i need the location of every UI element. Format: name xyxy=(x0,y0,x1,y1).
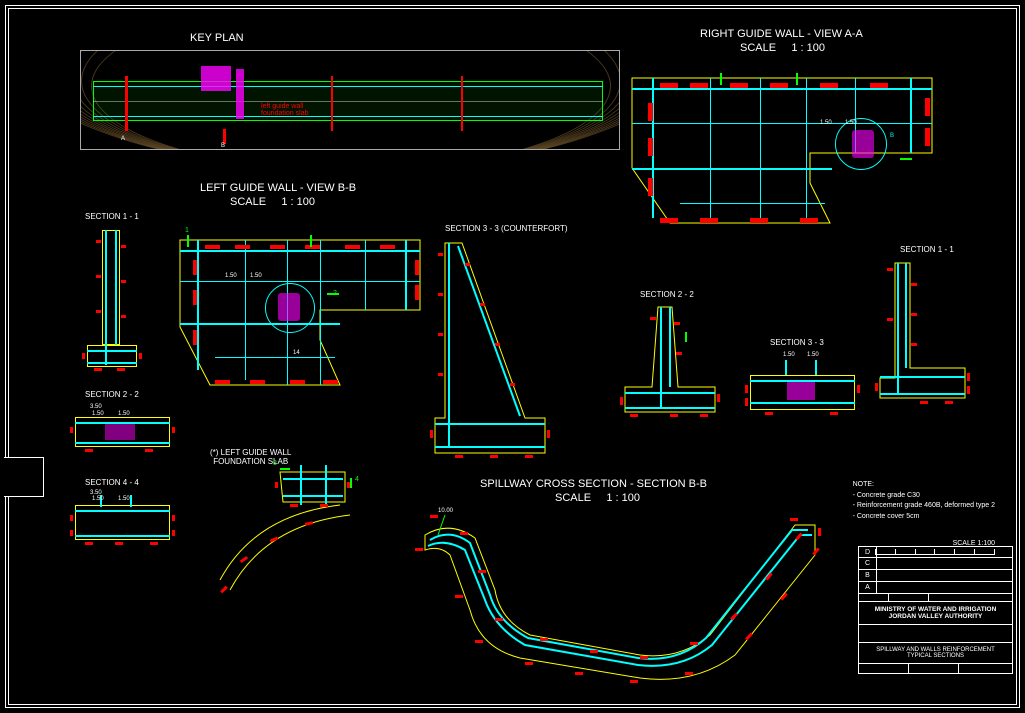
cyan-line xyxy=(93,116,603,117)
right-wall-title: RIGHT GUIDE WALL - VIEW A-A xyxy=(700,28,863,40)
note-line: - Concrete grade C30 xyxy=(853,491,995,502)
section-cut xyxy=(125,76,128,131)
rev-cell: A xyxy=(859,582,877,593)
section-2-2-left-label: SECTION 2 - 2 xyxy=(85,390,139,399)
keyplan-annotation: left guide wall foundation slab xyxy=(261,103,308,117)
dim: 1.50 xyxy=(820,120,832,126)
structure xyxy=(201,66,231,91)
dim: 1.50 xyxy=(250,273,262,279)
notes-block: NOTE: - Concrete grade C30 - Reinforceme… xyxy=(853,480,995,522)
section-2-2-label: SECTION 2 - 2 xyxy=(640,290,694,299)
section-1-1-left-label: SECTION 1 - 1 xyxy=(85,212,139,221)
title-block: D C B A MINISTRY OF WATER AND IRRIGATION… xyxy=(858,546,1013,701)
centerline xyxy=(93,101,603,102)
note-heading: NOTE: xyxy=(853,480,995,491)
right-wall-scale: SCALE 1 : 100 xyxy=(740,42,825,54)
rev-cell: D xyxy=(859,547,877,557)
right-section-3-3: 1.50 1.50 xyxy=(745,350,860,420)
dim: 1.50 xyxy=(118,411,130,417)
marker-a: A xyxy=(121,136,125,142)
left-section-2-2: 3.50 1.50 1.50 xyxy=(70,402,175,457)
right-wall-view: 1.50 1.50 B xyxy=(620,68,940,248)
section-cut xyxy=(461,76,463,131)
left-section-1-1 xyxy=(82,225,142,375)
left-foundation-slab: 3 4 xyxy=(205,460,375,595)
section-4-4-left-label: SECTION 4 - 4 xyxy=(85,478,139,487)
left-wall-scale: SCALE 1 : 100 xyxy=(230,196,315,208)
note-line: - Concrete cover 5cm xyxy=(853,512,995,523)
left-section-4-4: 3.50 1.50 1.50 xyxy=(70,490,178,555)
section-1-1-label: SECTION 1 - 1 xyxy=(900,245,954,254)
left-wall-view: 1.50 1.50 2 1 14 xyxy=(175,235,425,395)
dim: 1.50 xyxy=(92,496,104,502)
org-title: MINISTRY OF WATER AND IRRIGATION JORDAN … xyxy=(858,602,1013,625)
spillway-title: SPILLWAY CROSS SECTION - SECTION B-B xyxy=(480,478,707,490)
marker: 4 xyxy=(355,476,359,483)
section-cut xyxy=(331,76,333,131)
section-3-3-cf-label: SECTION 3 - 3 (COUNTERFORT) xyxy=(445,224,568,233)
right-section-2-2 xyxy=(620,302,720,422)
section-cut xyxy=(223,129,226,144)
dim: 1.50 xyxy=(225,273,237,279)
right-section-1-1 xyxy=(875,258,970,418)
dim: 1.50 xyxy=(807,352,819,358)
note-line: - Reinforcement grade 460B, deformed typ… xyxy=(853,501,995,512)
marker: 1 xyxy=(185,227,189,234)
sheet-title-line: TYPICAL SECTIONS xyxy=(861,653,1010,659)
section-3-3-label: SECTION 3 - 3 xyxy=(770,338,824,347)
section-3-3-counterfort xyxy=(430,238,550,468)
dim: 1.50 xyxy=(845,120,857,126)
structure xyxy=(236,69,244,119)
dim: 10.00 xyxy=(438,508,453,514)
marker: 3 xyxy=(273,460,277,467)
rev-cell: B xyxy=(859,570,877,581)
marker: B xyxy=(890,133,894,139)
spillway-cross-section: 10.00 xyxy=(400,500,840,695)
tb-spacer xyxy=(858,625,1013,643)
cyan-line xyxy=(93,86,603,87)
marker-b: B xyxy=(221,143,225,149)
dim: 14 xyxy=(293,350,300,356)
sheet-title: SPILLWAY AND WALLS REINFORCEMENT TYPICAL… xyxy=(858,643,1013,664)
dim: 1.50 xyxy=(92,411,104,417)
rev-cell: C xyxy=(859,558,877,569)
org-line: JORDAN VALLEY AUTHORITY xyxy=(861,613,1010,620)
dim: 1.50 xyxy=(118,496,130,502)
marker: 2 xyxy=(333,290,337,297)
dim: 1.50 xyxy=(783,352,795,358)
org-line: MINISTRY OF WATER AND IRRIGATION xyxy=(861,606,1010,613)
left-wall-title: LEFT GUIDE WALL - VIEW B-B xyxy=(200,182,356,194)
sheet-notch xyxy=(4,457,44,497)
dim: 3.50 xyxy=(90,404,102,410)
key-plan-viewport: left guide wall foundation slab A B xyxy=(80,50,620,150)
key-plan-title: KEY PLAN xyxy=(190,32,244,44)
